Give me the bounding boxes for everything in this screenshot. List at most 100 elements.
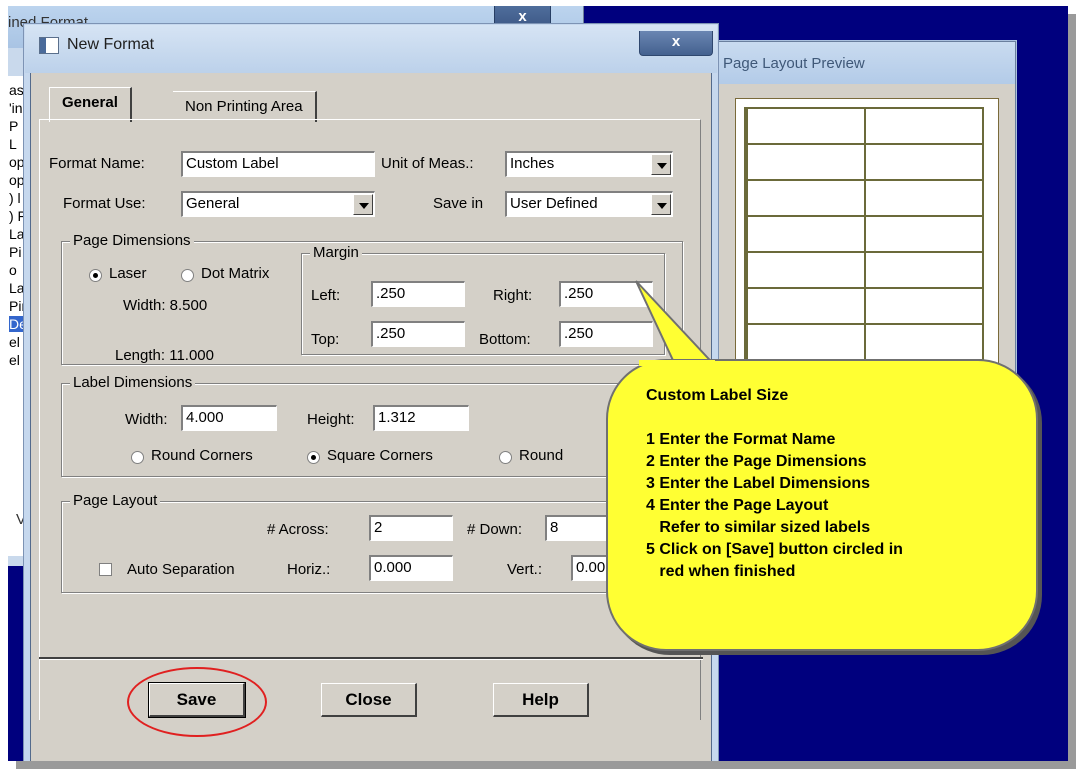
margin-top-input[interactable]: .250 <box>371 321 465 347</box>
preview-sheet <box>735 98 999 370</box>
tab-general[interactable]: General <box>49 87 132 122</box>
preview-label-cell <box>864 143 984 181</box>
list-item[interactable]: ) F <box>9 208 26 224</box>
save-in-value: User Defined <box>510 195 598 212</box>
label-width-input[interactable]: 4.000 <box>181 405 277 431</box>
callout-step: 3 Enter the Label Dimensions <box>646 475 871 492</box>
list-item[interactable]: 'in <box>9 100 23 116</box>
preview-label-cell <box>746 107 866 145</box>
unit-of-measure-value: Inches <box>510 155 555 172</box>
down-label: # Down: <box>467 521 523 538</box>
dot-matrix-label[interactable]: Dot Matrix <box>201 265 269 282</box>
list-item[interactable]: el <box>9 334 20 350</box>
window-icon <box>39 37 59 54</box>
across-label: # Across: <box>267 521 329 538</box>
label-height-label: Height: <box>307 411 355 428</box>
close-button[interactable]: Close <box>321 683 417 717</box>
margin-top-label: Top: <box>311 331 340 348</box>
dot-matrix-radio[interactable] <box>181 269 194 282</box>
preview-label-cell <box>864 251 984 289</box>
round-corners-label[interactable]: Round Corners <box>151 447 253 464</box>
list-item[interactable]: La <box>9 280 25 296</box>
margin-right-label: Right: <box>493 287 533 304</box>
save-in-select[interactable]: User Defined <box>505 191 673 217</box>
margin-left-input[interactable]: .250 <box>371 281 465 307</box>
format-name-input[interactable]: Custom Label <box>181 151 375 177</box>
dialog-separator <box>39 657 703 660</box>
label-width-label: Width: <box>125 411 168 428</box>
callout-step: 4 Enter the Page Layout <box>646 497 829 514</box>
dialog-close-button[interactable]: x <box>639 31 713 56</box>
unit-of-measure-select[interactable]: Inches <box>505 151 673 177</box>
square-corners-radio[interactable] <box>307 451 320 464</box>
format-use-value: General <box>186 195 240 212</box>
callout-step: red when finished <box>646 563 796 580</box>
page-layout-preview-window: Page Layout Preview <box>710 41 1016 383</box>
list-item[interactable]: Pi <box>9 244 21 260</box>
tab-non-printing-area[interactable]: Non Printing Area <box>173 91 317 122</box>
chevron-down-icon[interactable] <box>353 194 373 215</box>
dialog-titlebar: New Format <box>25 25 717 73</box>
list-item[interactable]: as <box>9 82 24 98</box>
laser-radio[interactable] <box>89 269 102 282</box>
chevron-down-icon[interactable] <box>651 194 671 215</box>
auto-separation-label[interactable]: Auto Separation <box>127 561 235 578</box>
laser-label[interactable]: Laser <box>109 265 147 282</box>
callout-step: Refer to similar sized labels <box>646 519 871 536</box>
label-dimensions-title: Label Dimensions <box>70 374 196 391</box>
list-item[interactable]: op <box>9 172 25 188</box>
label-height-input[interactable]: 1.312 <box>373 405 469 431</box>
margin-title: Margin <box>310 244 362 261</box>
callout-step: 1 Enter the Format Name <box>646 431 836 448</box>
preview-titlebar: Page Layout Preview <box>711 42 1015 84</box>
screenshot-frame: ined Format x as 'in P L op op ) l ) F L… <box>8 6 1068 761</box>
list-item[interactable]: ) l <box>9 190 21 206</box>
horiz-input[interactable]: 0.000 <box>369 555 453 581</box>
chevron-down-icon[interactable] <box>651 154 671 175</box>
save-highlight-circle <box>127 667 267 737</box>
round-corners-radio[interactable] <box>131 451 144 464</box>
list-item[interactable]: op <box>9 154 25 170</box>
list-item[interactable]: Pir <box>9 298 26 314</box>
preview-label-cell <box>864 179 984 217</box>
page-dimensions-title: Page Dimensions <box>70 232 194 249</box>
across-input[interactable]: 2 <box>369 515 453 541</box>
preview-label-cell <box>746 323 866 361</box>
square-corners-label[interactable]: Square Corners <box>327 447 433 464</box>
instruction-callout: Custom Label Size 1 Enter the Format Nam… <box>606 359 1038 651</box>
callout-tail-join <box>639 360 715 366</box>
preview-label-cell <box>746 143 866 181</box>
list-item[interactable]: el <box>9 352 20 368</box>
list-item[interactable]: L <box>9 136 17 152</box>
auto-separation-checkbox[interactable] <box>99 563 112 576</box>
callout-title: Custom Label Size <box>646 387 789 404</box>
preview-label-grid <box>744 107 990 369</box>
format-use-label: Format Use: <box>63 195 146 212</box>
preview-label-cell <box>864 215 984 253</box>
preview-label-cell <box>864 323 984 361</box>
page-length-text: Length: 11.000 <box>115 347 214 364</box>
preview-title: Page Layout Preview <box>723 55 865 72</box>
background-window-fragment: V <box>16 511 27 528</box>
list-item[interactable]: o <box>9 262 17 278</box>
preview-label-cell <box>746 287 866 325</box>
list-item[interactable]: P <box>9 118 18 134</box>
callout-step: 2 Enter the Page Dimensions <box>646 453 867 470</box>
round-radio[interactable] <box>499 451 512 464</box>
format-use-select[interactable]: General <box>181 191 375 217</box>
preview-label-cell <box>746 215 866 253</box>
dialog-title: New Format <box>67 36 155 53</box>
preview-label-cell <box>746 179 866 217</box>
margin-left-label: Left: <box>311 287 341 304</box>
page-width-text: Width: 8.500 <box>123 297 208 314</box>
unit-of-measure-label: Unit of Meas.: <box>381 155 474 172</box>
list-item-selected[interactable]: De <box>9 316 27 332</box>
format-name-label: Format Name: <box>49 155 145 172</box>
round-label[interactable]: Round <box>519 447 563 464</box>
vert-label: Vert.: <box>507 561 543 578</box>
help-button[interactable]: Help <box>493 683 589 717</box>
margin-bottom-label: Bottom: <box>479 331 531 348</box>
horiz-label: Horiz.: <box>287 561 331 578</box>
callout-step: 5 Click on [Save] button circled in <box>646 541 903 558</box>
list-item[interactable]: La <box>9 226 25 242</box>
